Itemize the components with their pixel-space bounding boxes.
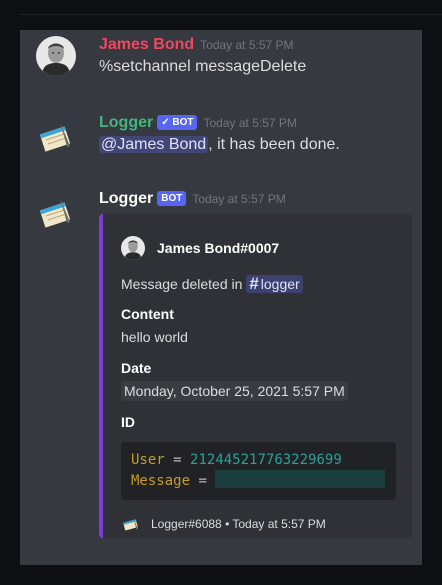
footer-text: Logger#6088 • Today at 5:57 PM [151, 517, 326, 531]
username[interactable]: Logger [99, 114, 153, 131]
hash-icon: # [249, 274, 259, 293]
code-line-user: User = 212445217763229699 [131, 450, 386, 470]
user-mention[interactable]: @James Bond [99, 136, 209, 153]
code-eq: = [198, 473, 207, 489]
id-code-block: User = 212445217763229699 Message = [121, 442, 396, 500]
field-name-content: Content [121, 306, 174, 322]
top-divider [20, 14, 442, 15]
field-name-date: Date [121, 360, 152, 376]
timestamp: Today at 5:57 PM [200, 38, 294, 52]
chat-panel: James Bond Today at 5:57 PM %setchannel m… [20, 30, 422, 565]
username[interactable]: James Bond [99, 36, 194, 53]
user-id-value: 212445217763229699 [190, 452, 342, 468]
description-text: Message deleted in [121, 276, 247, 292]
code-key: Message [131, 473, 191, 489]
message-content: %setchannel messageDelete [99, 58, 307, 75]
james-bond-avatar-icon[interactable] [36, 36, 76, 76]
logger-notepad-icon [121, 516, 141, 532]
code-eq: = [173, 452, 182, 468]
field-value-content: hello world [121, 329, 188, 345]
embed-description: Message deleted in # logger [121, 274, 303, 294]
username[interactable]: Logger [99, 190, 153, 207]
code-key: User [131, 452, 165, 468]
embed-author-name[interactable]: James Bond#0007 [157, 240, 279, 256]
log-embed: James Bond#0007 Message deleted in # logg… [99, 214, 412, 538]
embed-footer: Logger#6088 • Today at 5:57 PM [121, 516, 326, 532]
bot-badge: ✓ BOT [157, 115, 198, 130]
code-line-message: Message = [131, 470, 386, 491]
message-content: @James Bond, it has been done. [99, 136, 340, 154]
field-name-id: ID [121, 414, 135, 430]
field-value-date: Monday, October 25, 2021 5:57 PM [121, 381, 348, 401]
message-header: James Bond Today at 5:57 PM [99, 36, 294, 54]
date-timestamp[interactable]: Monday, October 25, 2021 5:57 PM [121, 381, 348, 401]
redacted-message-id [215, 470, 386, 488]
message-header: Logger ✓ BOT Today at 5:57 PM [99, 114, 297, 132]
embed-author: James Bond#0007 [121, 236, 279, 260]
james-bond-avatar-icon [121, 236, 145, 260]
logger-notepad-icon[interactable] [36, 192, 76, 232]
message-text: , it has been done. [208, 136, 340, 153]
message-header: Logger BOT Today at 5:57 PM [99, 190, 286, 208]
bot-badge: BOT [157, 191, 187, 206]
logger-notepad-icon[interactable] [36, 116, 76, 156]
timestamp: Today at 5:57 PM [192, 192, 286, 206]
channel-mention[interactable]: # logger [246, 274, 303, 293]
channel-name: logger [260, 276, 300, 292]
timestamp: Today at 5:57 PM [203, 116, 297, 130]
